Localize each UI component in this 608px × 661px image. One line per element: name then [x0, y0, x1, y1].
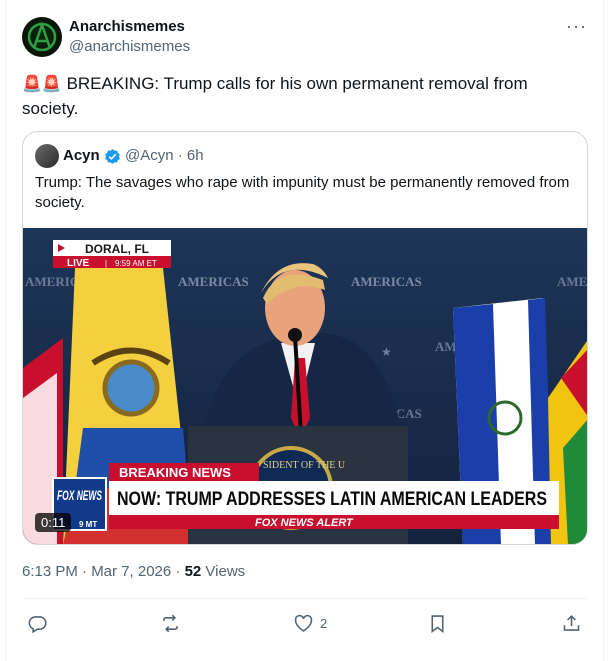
quote-author-name[interactable]: Acyn	[63, 147, 100, 164]
alert-text: FOX NEWS ALERT	[255, 517, 354, 529]
backdrop-logo: AMERICAS	[351, 274, 422, 289]
live-divider: |	[105, 259, 107, 268]
tweet-timestamp[interactable]: 6:13 PM · Mar 7, 2026 ·	[22, 563, 185, 580]
siren-emoji: 🚨🚨	[22, 76, 62, 93]
divider	[22, 598, 588, 599]
microphone	[288, 328, 302, 342]
flag-ecuador-coat-of-arms	[102, 359, 160, 417]
quote-text: Trump: The savages who rape with impunit…	[35, 174, 570, 211]
reply-icon	[28, 615, 47, 633]
location-text: DORAL, FL	[85, 242, 149, 256]
like-button[interactable]: 2	[293, 610, 327, 636]
star-decoration: ★	[381, 345, 392, 359]
more-options-icon[interactable]: ···	[566, 16, 587, 37]
reply-button[interactable]	[27, 610, 48, 636]
share-icon	[563, 614, 580, 631]
video-player[interactable]: AMERICAS AMERICAS AMERICAS AMERICAS AMER…	[23, 228, 588, 544]
headline-text: NOW: TRUMP ADDRESSES LATIN AMERICAN LEAD…	[117, 489, 547, 510]
logo-sub-text: 9 MT	[79, 520, 97, 529]
views-label: Views	[201, 563, 246, 580]
bookmark-icon	[431, 614, 444, 633]
author-avatar[interactable]	[22, 17, 62, 57]
retweet-icon	[163, 614, 178, 632]
retweet-button[interactable]	[160, 610, 181, 636]
quote-handle[interactable]: @Acyn · 6h	[125, 147, 204, 164]
seal-text: SIDENT OF THE U	[263, 460, 346, 471]
author-handle[interactable]: @anarchismemes	[69, 38, 190, 55]
fox-news-logo-text: FOX NEWS	[57, 487, 102, 503]
video-frame: AMERICAS AMERICAS AMERICAS AMERICAS AMER…	[23, 228, 588, 544]
quoted-tweet[interactable]: Acyn @Acyn · 6h Trump: The savages who r…	[22, 131, 588, 545]
heart-icon	[294, 614, 313, 632]
tweet-body: BREAKING: Trump calls for his own perman…	[22, 74, 528, 118]
views-count: 52	[184, 563, 202, 580]
author-name[interactable]: Anarchismemes	[69, 18, 185, 35]
live-label: LIVE	[67, 258, 90, 269]
tweet-text: 🚨🚨 BREAKING: Trump calls for his own per…	[22, 72, 582, 121]
tweet-meta: 6:13 PM · Mar 7, 2026 · 52 Views	[22, 563, 245, 580]
breaking-news-label: BREAKING NEWS	[119, 465, 231, 480]
video-duration: 0:11	[35, 513, 72, 532]
like-count: 2	[320, 615, 328, 631]
live-time: 9:59 AM ET	[115, 259, 157, 268]
quote-avatar[interactable]	[35, 144, 59, 168]
backdrop-logo: AMERICAS	[557, 274, 588, 289]
share-button[interactable]	[561, 610, 582, 636]
anarchy-logo-icon	[27, 21, 57, 52]
backdrop-logo: AMERICAS	[178, 274, 249, 289]
bookmark-button[interactable]	[427, 610, 448, 636]
verified-badge-icon	[105, 149, 120, 164]
